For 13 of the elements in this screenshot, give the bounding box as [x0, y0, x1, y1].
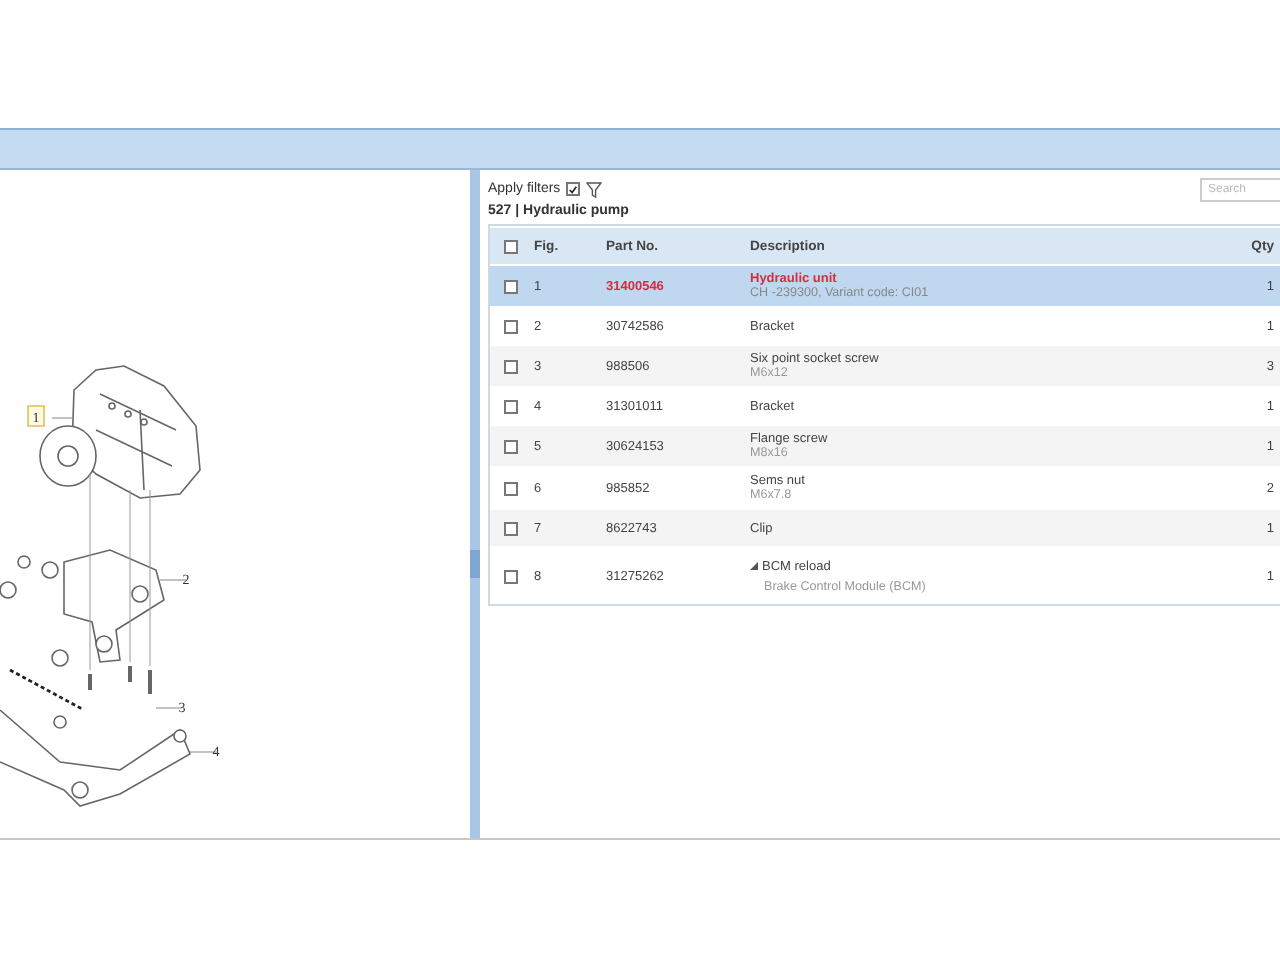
row-checkbox[interactable] [504, 481, 518, 495]
row-checkbox[interactable] [504, 569, 518, 583]
collapse-triangle-icon[interactable] [750, 562, 758, 570]
filter-icon[interactable] [586, 181, 603, 197]
row-checkbox[interactable] [504, 439, 518, 453]
row-checkbox[interactable] [504, 359, 518, 373]
row-checkbox[interactable] [504, 399, 518, 413]
row-checkbox[interactable] [504, 521, 518, 535]
apply-filters-checkbox[interactable] [566, 182, 581, 196]
row-checkbox[interactable] [504, 319, 518, 333]
row-checkbox[interactable] [504, 279, 518, 293]
splitter-handle[interactable] [470, 550, 480, 578]
select-all-checkbox[interactable] [504, 239, 518, 253]
